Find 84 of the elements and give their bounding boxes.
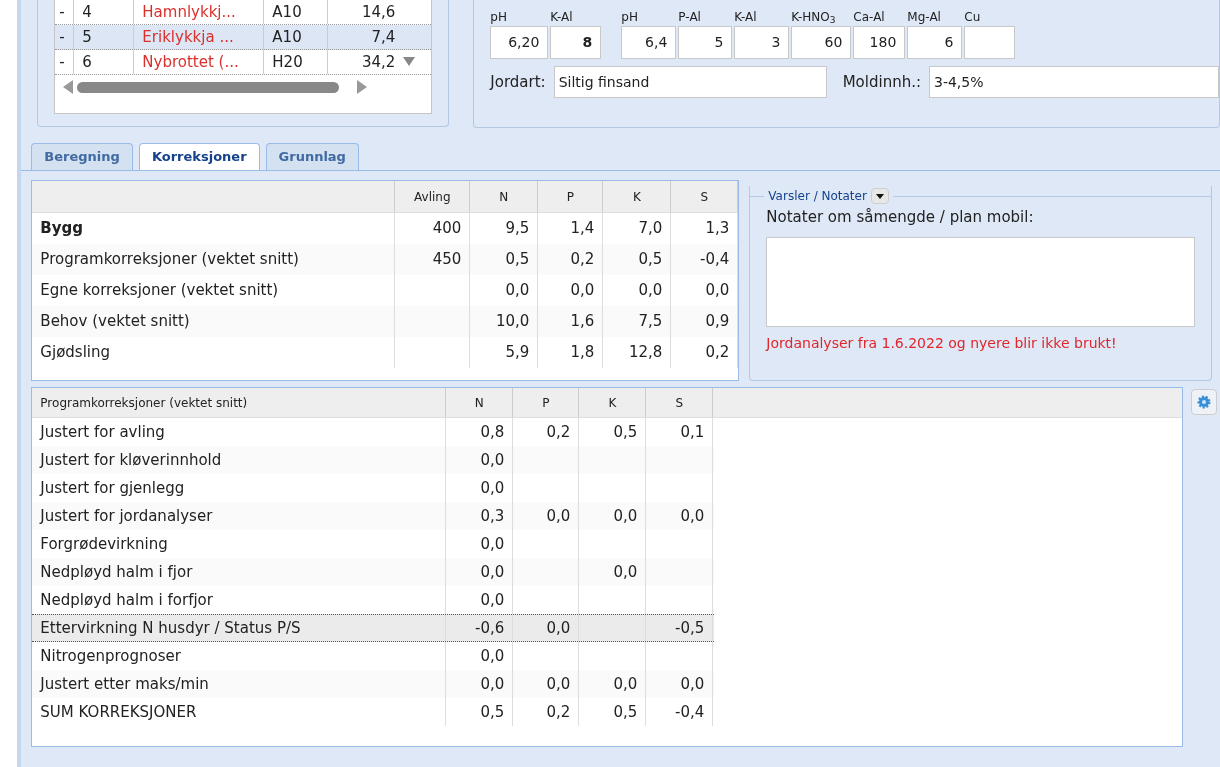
- analysis-label: K-HNO$_{3}$: [791, 9, 837, 26]
- field-area: 34,2: [327, 50, 400, 74]
- tab[interactable]: Korreksjoner: [138, 143, 260, 170]
- row-number: 6: [73, 50, 134, 74]
- analysis-label: pH: [621, 9, 639, 26]
- grid-row[interactable]: - 6 Nybrottet (... H20 34,2: [55, 50, 432, 75]
- table-row[interactable]: Justert etter maks/min 0,0 0,0 0,0 0,0: [32, 670, 715, 698]
- table-row[interactable]: Justert for jordanalyser 0,3 0,0 0,0 0,0: [32, 502, 715, 530]
- row-marker: -: [58, 26, 66, 48]
- table-cell: 0,2: [513, 698, 580, 726]
- soil-type-field[interactable]: Siltig finsand: [553, 66, 827, 98]
- analysis-field[interactable]: [964, 26, 1016, 59]
- grid-row[interactable]: - 5 Eriklykkja ... A10 7,4: [55, 25, 432, 50]
- column-header: Avling: [395, 181, 471, 212]
- column-header: N: [470, 181, 539, 212]
- analysis-label: K-Al: [734, 9, 758, 26]
- column-header: N: [446, 388, 514, 417]
- analysis-field[interactable]: 6,4: [621, 26, 677, 59]
- table-title: Programkorreksjoner (vektet snitt): [32, 388, 447, 417]
- analysis-field[interactable]: 60: [791, 26, 852, 59]
- scroll-down-icon[interactable]: [403, 57, 416, 67]
- humus-label: Moldinnh.:: [842, 71, 921, 93]
- column-header: S: [646, 388, 714, 417]
- settings-button[interactable]: [1191, 389, 1218, 415]
- table-cell: 1,8: [538, 337, 604, 368]
- analysis-field[interactable]: 5: [678, 26, 733, 59]
- dropdown-button[interactable]: [870, 188, 889, 204]
- table-cell: -0,4: [646, 698, 714, 726]
- table-row[interactable]: Ettervirkning N husdyr / Status P/S -0,6 0,0 -0,5: [32, 614, 715, 642]
- analysis-label: Cu: [964, 9, 982, 26]
- field-name: Hamnlykkj...: [133, 0, 264, 24]
- table-row[interactable]: Nedpløyd halm i fjor 0,0 0,0: [32, 558, 715, 586]
- analysis-label: Ca-Al: [853, 9, 886, 26]
- warning-text: Jordanalyser fra 1.6.2022 og nyere blir ikke brukt!: [766, 333, 1118, 353]
- soil-type-label: Jordart:: [490, 71, 546, 93]
- scroll-right-icon[interactable]: [357, 80, 368, 94]
- analysis-field[interactable]: 6: [907, 26, 963, 59]
- field-code: A10: [263, 0, 328, 24]
- notes-textarea[interactable]: [766, 236, 1196, 327]
- analysis-field[interactable]: 8: [550, 26, 602, 59]
- analysis-field[interactable]: 6,20: [490, 26, 549, 59]
- table-row[interactable]: Justert for kløverinnhold 0,0: [32, 446, 715, 474]
- column-header: P: [513, 388, 580, 417]
- row-label: Gjødsling: [32, 337, 396, 368]
- table-cell: 0,2: [671, 337, 739, 368]
- table-cell: 0,0: [513, 615, 580, 641]
- column-header: K: [579, 388, 647, 417]
- field-name: Eriklykkja ...: [133, 25, 264, 49]
- table-cell: 12,8: [603, 337, 672, 368]
- scroll-left-icon[interactable]: [63, 80, 74, 94]
- scrollbar-thumb[interactable]: [77, 81, 340, 93]
- field-area: 7,4: [327, 25, 400, 49]
- field-code: A10: [263, 25, 328, 49]
- row-number: 4: [73, 0, 134, 24]
- humus-field[interactable]: 3-4,5%: [929, 66, 1219, 98]
- column-header: K: [603, 181, 672, 212]
- tab[interactable]: Grunnlag: [265, 143, 359, 170]
- analysis-field[interactable]: 180: [853, 26, 906, 59]
- column-header: S: [671, 181, 739, 212]
- table-cell: 5,9: [470, 337, 539, 368]
- column-header: P: [538, 181, 604, 212]
- notes-label: Notater om såmengde / plan mobil:: [766, 207, 1035, 228]
- analysis-label: pH: [490, 9, 508, 26]
- tab[interactable]: Beregning: [31, 143, 133, 170]
- table-cell: -0,6: [446, 615, 514, 641]
- table-cell: 0,5: [446, 698, 514, 726]
- grid-row[interactable]: - 4 Hamnlykkj... A10 14,6: [55, 0, 432, 25]
- row-marker: -: [58, 51, 66, 73]
- row-label: SUM KORREKSJONER: [32, 698, 447, 726]
- table-cell: 0,5: [579, 698, 647, 726]
- field-code: H20: [263, 50, 328, 74]
- analysis-label: K-Al: [550, 9, 574, 26]
- fieldset-legend: Varsler / Notater: [768, 187, 867, 205]
- row-number: 5: [73, 25, 134, 49]
- analysis-label: P-Al: [678, 9, 702, 26]
- analysis-label: Mg-Al: [907, 9, 942, 26]
- field-area: 14,6: [327, 0, 400, 24]
- row-label: Ettervirkning N husdyr / Status P/S: [32, 615, 447, 641]
- table-cell: -0,5: [646, 615, 714, 641]
- row-marker: -: [58, 1, 66, 23]
- settings-icon: [1197, 395, 1212, 409]
- field-name: Nybrottet (...: [133, 50, 264, 74]
- caret-icon: [875, 193, 884, 199]
- analysis-field[interactable]: 3: [734, 26, 790, 59]
